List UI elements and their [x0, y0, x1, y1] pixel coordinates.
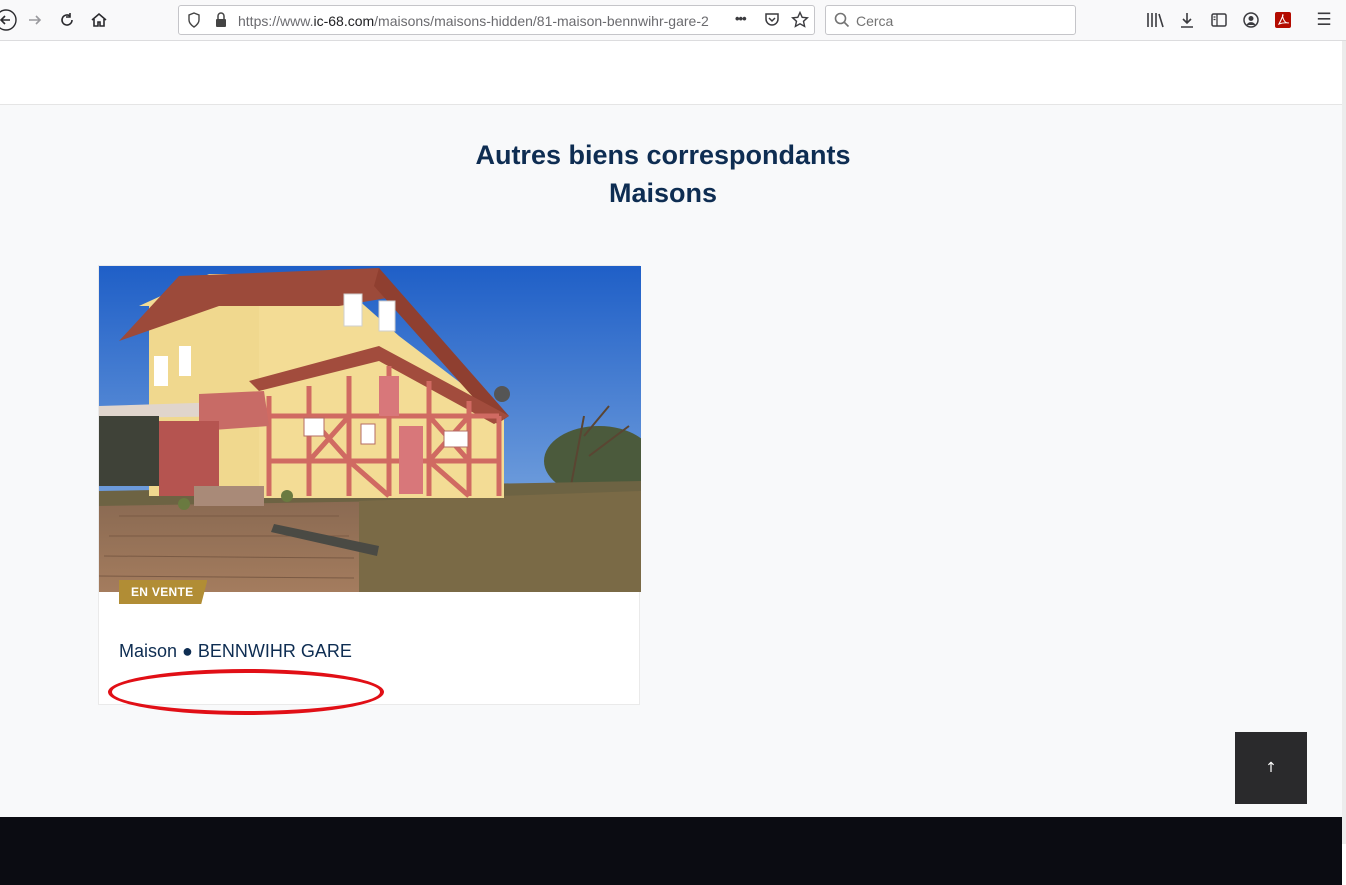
- arrow-up-icon: ↑: [1265, 760, 1277, 776]
- lock-icon[interactable]: [215, 12, 227, 33]
- pdf-icon[interactable]: [1272, 9, 1294, 31]
- pocket-icon[interactable]: [763, 11, 781, 34]
- section-title: Autres biens correspondants Maisons: [0, 136, 1326, 212]
- section-title-line1: Autres biens correspondants: [475, 140, 851, 170]
- search-placeholder: Cerca: [856, 13, 894, 29]
- property-photo[interactable]: [99, 266, 641, 592]
- scroll-to-top-button[interactable]: ↑: [1235, 732, 1307, 804]
- property-card[interactable]: EN VENTE Maison ● BENNWIHR GARE: [98, 265, 641, 705]
- browser-toolbar: https://www.ic-68.com/maisons/maisons-hi…: [0, 0, 1346, 41]
- home-icon[interactable]: [87, 8, 111, 32]
- page-content: Autres biens correspondants Maisons EN V…: [0, 41, 1342, 885]
- section-title-line2: Maisons: [608, 178, 718, 208]
- hamburger-menu-icon[interactable]: ☰: [1313, 9, 1335, 31]
- site-header: [0, 41, 1342, 105]
- shield-icon[interactable]: [187, 12, 201, 33]
- star-icon[interactable]: [790, 10, 810, 34]
- reload-icon[interactable]: [55, 8, 79, 32]
- more-icon[interactable]: •••: [735, 11, 747, 26]
- search-icon: [834, 12, 850, 33]
- forward-arrow-icon[interactable]: [23, 8, 47, 32]
- download-icon[interactable]: [1176, 9, 1198, 31]
- library-icon[interactable]: [1144, 9, 1166, 31]
- url-bar[interactable]: https://www.ic-68.com/maisons/maisons-hi…: [178, 5, 815, 35]
- site-footer: [0, 817, 1342, 885]
- scrollbar[interactable]: [1342, 41, 1346, 844]
- account-icon[interactable]: [1240, 9, 1262, 31]
- property-title[interactable]: Maison ● BENNWIHR GARE: [119, 641, 352, 662]
- status-badge: EN VENTE: [119, 580, 208, 604]
- back-arrow-icon[interactable]: [0, 8, 18, 32]
- search-bar[interactable]: Cerca: [825, 5, 1076, 35]
- url-text[interactable]: https://www.ic-68.com/maisons/maisons-hi…: [238, 13, 709, 29]
- annotation-ellipse: [108, 669, 384, 715]
- sidebar-icon[interactable]: [1208, 9, 1230, 31]
